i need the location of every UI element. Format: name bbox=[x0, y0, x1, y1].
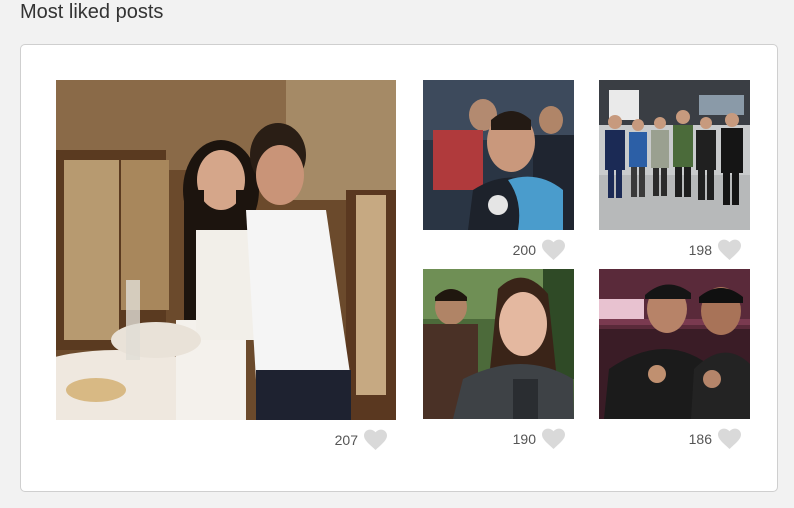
heart-icon[interactable] bbox=[717, 428, 742, 450]
man-with-towel-photo[interactable] bbox=[423, 80, 574, 230]
like-count: 198 bbox=[688, 242, 712, 258]
like-count: 190 bbox=[512, 431, 536, 447]
like-count: 186 bbox=[688, 431, 712, 447]
heart-icon[interactable] bbox=[717, 239, 742, 261]
post-item[interactable]: 207 bbox=[56, 80, 396, 452]
outdoor-selfie-photo[interactable] bbox=[423, 269, 574, 419]
posts-card: 207 200 198 190 186 bbox=[20, 44, 778, 492]
group-gym-photo[interactable] bbox=[599, 80, 750, 230]
like-count: 207 bbox=[334, 432, 358, 448]
couple-dinner-photo[interactable] bbox=[56, 80, 396, 420]
like-count: 200 bbox=[512, 242, 536, 258]
heart-icon[interactable] bbox=[363, 429, 388, 451]
post-item[interactable]: 190 bbox=[423, 269, 574, 452]
post-item[interactable]: 186 bbox=[599, 269, 750, 452]
post-item[interactable]: 198 bbox=[599, 80, 750, 262]
post-item[interactable]: 200 bbox=[423, 80, 574, 262]
heart-icon[interactable] bbox=[541, 428, 566, 450]
heart-icon[interactable] bbox=[541, 239, 566, 261]
arena-selfie-photo[interactable] bbox=[599, 269, 750, 419]
section-title: Most liked posts bbox=[20, 1, 164, 23]
